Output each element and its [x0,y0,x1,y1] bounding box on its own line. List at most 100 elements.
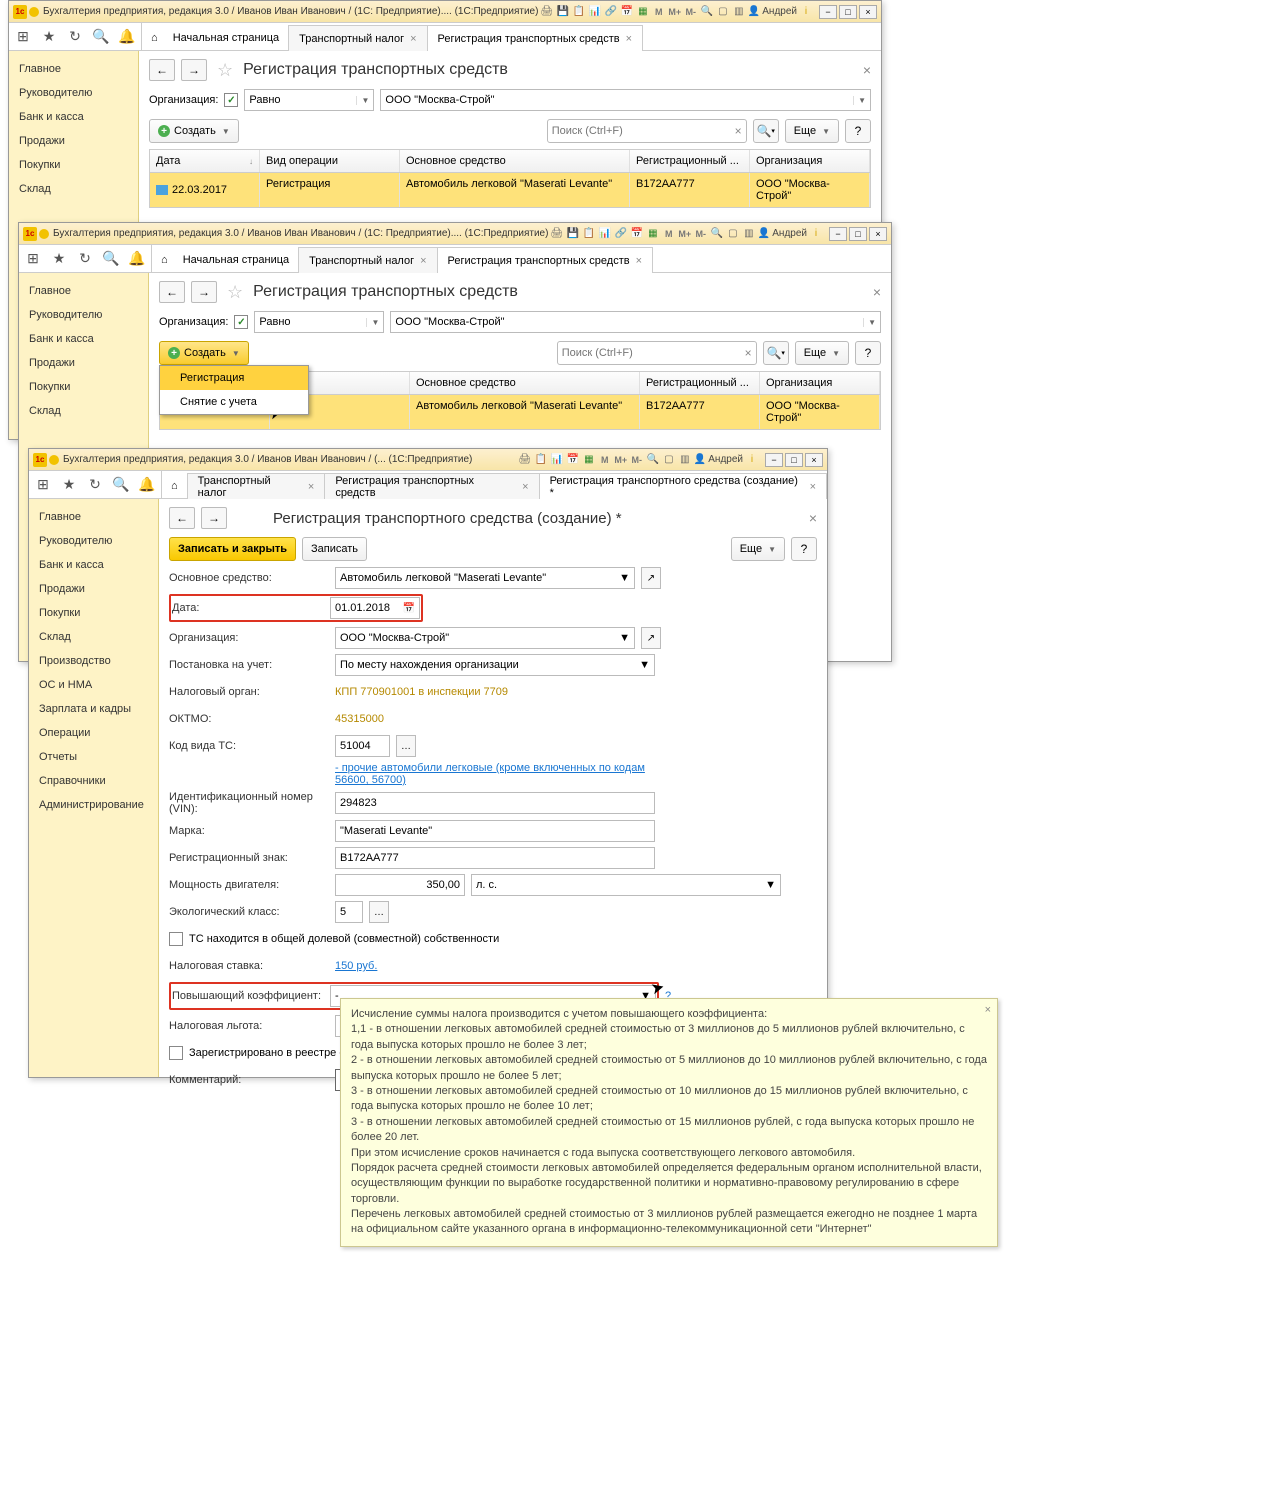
copy-icon[interactable]: 📋 [534,453,548,467]
close-button[interactable]: × [859,5,877,19]
org-checkbox[interactable]: ✓ [234,315,248,329]
favorite-icon[interactable]: ☆ [217,60,233,81]
table-icon[interactable]: ▦ [646,227,660,241]
info-icon[interactable]: i [809,227,823,241]
filter-op-select[interactable]: Равно▼ [244,89,374,111]
history-icon[interactable]: ↻ [77,251,93,267]
help-button[interactable]: ? [845,119,871,143]
close-icon[interactable]: × [626,33,632,45]
org-input[interactable]: ООО "Москва-Строй"▼ [335,627,635,649]
date-input[interactable]: 01.01.2018📅 [330,597,420,619]
info-icon[interactable]: i [799,5,813,19]
col-reg[interactable]: Регистрационный ... [630,150,750,172]
tax-rate-link[interactable]: 150 руб. [335,960,377,972]
minimize-button[interactable]: − [829,227,847,241]
m-plus-icon[interactable]: M+ [668,5,682,19]
sidebar-item[interactable]: Отчеты [29,745,158,769]
print-icon[interactable]: 🖨 [550,227,564,241]
help-button[interactable]: ? [791,537,817,561]
bell-icon[interactable]: 🔔 [139,477,155,493]
col-reg[interactable]: Регистрационный ... [640,372,760,394]
m-minus-icon[interactable]: M- [694,227,708,241]
placement-select[interactable]: По месту нахождения организации▼ [335,654,655,676]
brand-input[interactable]: "Maserati Levante" [335,820,655,842]
panel2-icon[interactable]: ▥ [742,227,756,241]
calc-icon[interactable]: 📊 [598,227,612,241]
minimize-button[interactable]: − [819,5,837,19]
panel-icon[interactable]: ▢ [726,227,740,241]
sidebar-item[interactable]: Руководителю [29,529,158,553]
sidebar-item[interactable]: Банк и касса [9,105,138,129]
more-button[interactable]: Еще▼ [795,341,849,365]
info-icon[interactable]: i [745,453,759,467]
m-icon[interactable]: M [652,5,666,19]
search-icon[interactable]: 🔍 [113,477,129,493]
back-button[interactable]: ← [159,281,185,303]
filter-op-select[interactable]: Равно▼ [254,311,384,333]
close-icon[interactable]: × [522,481,528,493]
m-minus-icon[interactable]: M- [630,453,644,467]
search-input[interactable]: × [547,119,747,143]
browse-button[interactable]: … [369,901,389,923]
star-icon[interactable]: ★ [61,477,77,493]
menu-item-reg[interactable]: Регистрация [160,366,308,390]
eco-input[interactable]: 5 [335,901,363,923]
close-icon[interactable]: × [410,33,416,45]
calc-icon[interactable]: 📊 [550,453,564,467]
copy-icon[interactable]: 📋 [572,5,586,19]
table-icon[interactable]: ▦ [636,5,650,19]
sidebar-item[interactable]: Справочники [29,769,158,793]
sidebar-item[interactable]: ОС и НМА [29,673,158,697]
tab-tax[interactable]: Транспортный налог× [288,25,427,51]
sidebar-item[interactable]: Покупки [9,153,138,177]
apps-icon[interactable]: ⊞ [35,477,51,493]
close-icon[interactable]: × [420,255,426,267]
search-field[interactable] [552,125,735,137]
bell-icon[interactable]: 🔔 [119,29,135,45]
user-badge[interactable]: 👤 Андрей [748,6,797,17]
close-button[interactable]: × [869,227,887,241]
sidebar-item[interactable]: Операции [29,721,158,745]
org-checkbox[interactable]: ✓ [224,93,238,107]
more-button[interactable]: Еще▼ [785,119,839,143]
registry-checkbox[interactable]: ✓ [169,1046,183,1060]
search-input[interactable]: × [557,341,757,365]
table-icon[interactable]: ▦ [582,453,596,467]
panel-icon[interactable]: ▢ [716,5,730,19]
close-button[interactable]: × [805,453,823,467]
print-icon[interactable]: 🖨 [518,453,532,467]
maximize-button[interactable]: □ [849,227,867,241]
sidebar-item[interactable]: Склад [29,625,158,649]
sidebar-item[interactable]: Руководителю [9,81,138,105]
col-org[interactable]: Организация [750,150,870,172]
sidebar-item[interactable]: Продажи [19,351,148,375]
search-field[interactable] [562,347,745,359]
col-org[interactable]: Организация [760,372,880,394]
maximize-button[interactable]: □ [785,453,803,467]
forward-button[interactable]: → [201,507,227,529]
open-button[interactable]: ↗ [641,567,661,589]
col-date[interactable]: Дата↓ [150,150,260,172]
panel2-icon[interactable]: ▥ [678,453,692,467]
dropdown-icon[interactable] [49,455,59,465]
grid-row[interactable]: 22.03.2017 Регистрация Автомобиль легков… [150,173,870,207]
maximize-button[interactable]: □ [839,5,857,19]
close-icon[interactable]: × [636,255,642,267]
more-button[interactable]: Еще▼ [731,537,785,561]
m-plus-icon[interactable]: M+ [678,227,692,241]
close-page-button[interactable]: × [873,284,881,300]
power-input[interactable]: 350,00 [335,874,465,896]
print-icon[interactable]: 🖨 [540,5,554,19]
create-button[interactable]: +Создать▼ [159,341,249,365]
sidebar-item[interactable]: Банк и касса [19,327,148,351]
calendar-icon[interactable]: 📅 [620,5,634,19]
sidebar-item[interactable]: Производство [29,649,158,673]
zoom-icon[interactable]: 🔍 [710,227,724,241]
tab-reg[interactable]: Регистрация транспортных средств× [324,473,539,499]
vin-input[interactable]: 294823 [335,792,655,814]
sidebar-item[interactable]: Склад [19,399,148,423]
clear-icon[interactable]: × [735,124,742,138]
forward-button[interactable]: → [181,59,207,81]
calendar-icon[interactable]: 📅 [630,227,644,241]
col-os[interactable]: Основное средство [410,372,640,394]
